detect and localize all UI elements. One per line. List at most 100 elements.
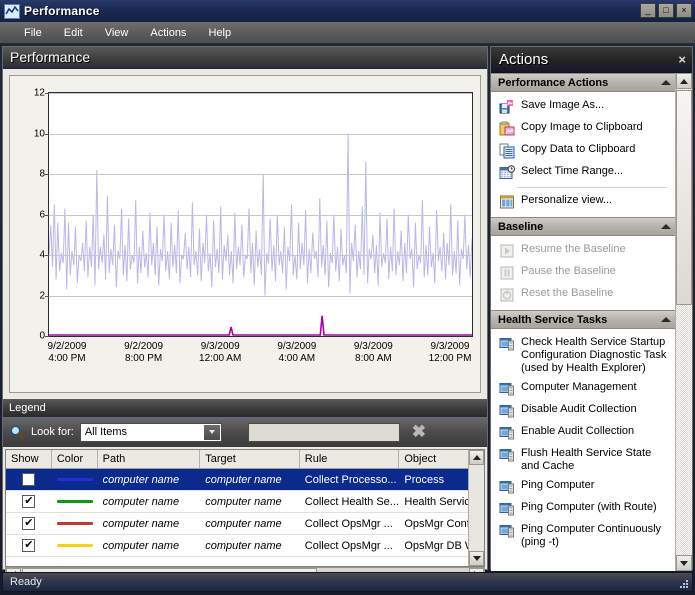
action-item[interactable]: Disable Audit Collection [491, 400, 677, 422]
table-row[interactable]: ✔ computer name computer name Collect OpsMg… [6, 513, 484, 535]
table-row[interactable]: ✔ computer name computer name Collect OpsMg… [6, 535, 484, 557]
action-item[interactable]: Computer Management [491, 378, 677, 400]
look-for-label: Look for: [31, 426, 74, 438]
legend-table-header: Show Color Path Target Rule Object [6, 450, 484, 469]
actions-scroll-thumb[interactable] [676, 90, 692, 305]
action-item-label: Reset the Baseline [521, 287, 614, 299]
menu-item-view[interactable]: View [95, 24, 139, 42]
close-button[interactable]: × [676, 3, 692, 18]
computer-task-icon [499, 481, 514, 494]
actions-group-title: Baseline [498, 220, 544, 233]
actions-group-header[interactable]: Baseline [491, 217, 677, 236]
actions-group-body: Resume the Baseline Pause the Baseline Res… [491, 236, 677, 310]
resize-grip-icon[interactable] [677, 577, 689, 589]
menu-bar: File Edit View Actions Help [0, 22, 695, 44]
action-item: Reset the Baseline [491, 284, 677, 306]
chevron-up-icon[interactable] [661, 224, 671, 229]
chart-x-tick-date: 9/3/2009 [353, 341, 393, 352]
menu-item-actions[interactable]: Actions [140, 24, 196, 42]
action-item-label: Enable Audit Collection [521, 425, 635, 437]
chart-x-tick-time: 8:00 PM [124, 353, 163, 364]
action-item[interactable]: Copy Data to Clipboard [491, 140, 677, 162]
legend-show-checkbox[interactable]: ✔ [22, 539, 36, 552]
actions-scroll-up-button[interactable] [676, 73, 692, 89]
chart-x-tick-label: 9/2/2009 8:00 PM [124, 341, 163, 365]
action-item[interactable]: Enable Audit Collection [491, 422, 677, 444]
computer-task-icon [499, 427, 514, 440]
chart-y-tick [45, 336, 49, 337]
actions-close-icon[interactable]: × [678, 52, 686, 67]
chevron-up-icon[interactable] [661, 80, 671, 85]
action-item-label: Ping Computer Continuously (ping -t) [521, 523, 662, 548]
legend-cell-color [52, 513, 98, 534]
chart-y-tick [45, 295, 49, 297]
action-item[interactable]: Personalize view... [491, 191, 677, 213]
legend-column-header-target[interactable]: Target [200, 450, 300, 468]
legend-column-header-color[interactable]: Color [52, 450, 98, 468]
table-row[interactable]: ✔ computer name computer name Collect Healt… [6, 491, 484, 513]
legend-cell-path: computer name [102, 473, 180, 486]
legend-cell-show[interactable]: ✔ [6, 491, 52, 512]
action-item[interactable]: Copy Image to Clipboard [491, 118, 677, 140]
computer-task-icon [499, 383, 514, 396]
actions-group-body: Check Health Service Startup Configurati… [491, 329, 677, 556]
action-item[interactable]: Flush Health Service State and Cache [491, 444, 677, 476]
chart-y-tick-label: 8 [39, 168, 45, 180]
action-item-label: Save Image As... [521, 99, 605, 111]
personalize-view-icon [499, 194, 515, 210]
maximize-button[interactable]: □ [658, 3, 674, 18]
legend-column-header-path[interactable]: Path [98, 450, 201, 468]
actions-vertical-scrollbar[interactable] [675, 73, 692, 571]
save-image-icon [499, 100, 513, 114]
chevron-down-icon[interactable] [203, 424, 220, 440]
action-item[interactable]: Ping Computer (with Route) [491, 498, 677, 520]
table-row[interactable]: computer name computer name Collect Proces… [6, 469, 484, 491]
filter-dropdown[interactable]: All Items [79, 422, 222, 442]
minimize-button[interactable]: _ [640, 3, 656, 18]
menu-item-file[interactable]: File [14, 24, 52, 42]
performance-chart-icon [4, 3, 20, 19]
legend-column-header-rule[interactable]: Rule [300, 450, 400, 468]
chart-y-tick-label: 12 [33, 87, 45, 99]
menu-item-edit[interactable]: Edit [54, 24, 93, 42]
action-item[interactable]: Select Time Range... [491, 162, 677, 184]
actions-pane-title: Actions [499, 51, 549, 68]
legend-cell-rule: Collect Health Se... [304, 495, 399, 508]
clear-search-icon[interactable]: ✖ [408, 422, 430, 442]
legend-cell-show[interactable]: ✔ [6, 535, 52, 556]
filter-dropdown-value: All Items [84, 426, 127, 438]
window-title: Performance [24, 4, 100, 18]
legend-show-checkbox[interactable] [22, 473, 36, 486]
actions-scroll-down-button[interactable] [676, 555, 692, 571]
menu-item-help[interactable]: Help [198, 24, 241, 42]
computer-task-icon [499, 425, 515, 441]
action-item[interactable]: Check Health Service Startup Configurati… [491, 333, 677, 378]
action-item: Pause the Baseline [491, 262, 677, 284]
chart-x-tick-time: 12:00 AM [199, 353, 242, 364]
chart-plot-area[interactable]: 0 2 4 6 8 10 12 9/2/2009 4:00 PM 9/2/2009 8:00 PM 9… [34, 88, 473, 364]
legend-show-checkbox[interactable]: ✔ [22, 495, 36, 508]
legend-scroll-down-button[interactable] [469, 551, 484, 566]
legend-search-input[interactable] [247, 422, 400, 442]
actions-group-header[interactable]: Performance Actions [491, 73, 677, 92]
legend-show-checkbox[interactable]: ✔ [22, 517, 36, 530]
legend-cell-target: computer name [205, 517, 282, 530]
legend-column-header-show[interactable]: Show [6, 450, 52, 468]
legend-cell-rule: Collect OpsMgr ... [304, 539, 393, 552]
actions-group-header[interactable]: Health Service Tasks [491, 310, 677, 329]
legend-cell-target: computer name [205, 473, 282, 486]
action-item[interactable]: Ping Computer Continuously (ping -t) [491, 520, 677, 552]
legend-scroll-up-button[interactable] [469, 450, 484, 465]
personalize-view-icon [500, 195, 514, 209]
action-item[interactable]: Save Image As... [491, 96, 677, 118]
legend-table-body[interactable]: computer name computer name Collect Proces… [6, 469, 484, 557]
computer-task-icon [499, 479, 515, 495]
legend-vertical-scrollbar[interactable] [468, 450, 484, 566]
legend-cell-show[interactable] [6, 469, 52, 490]
chevron-up-icon[interactable] [661, 317, 671, 322]
chart-y-tick [45, 93, 49, 94]
legend-cell-show[interactable]: ✔ [6, 513, 52, 534]
chart-x-tick-date: 9/2/2009 [47, 341, 87, 352]
legend-color-swatch [56, 544, 93, 547]
action-item[interactable]: Ping Computer [491, 476, 677, 498]
